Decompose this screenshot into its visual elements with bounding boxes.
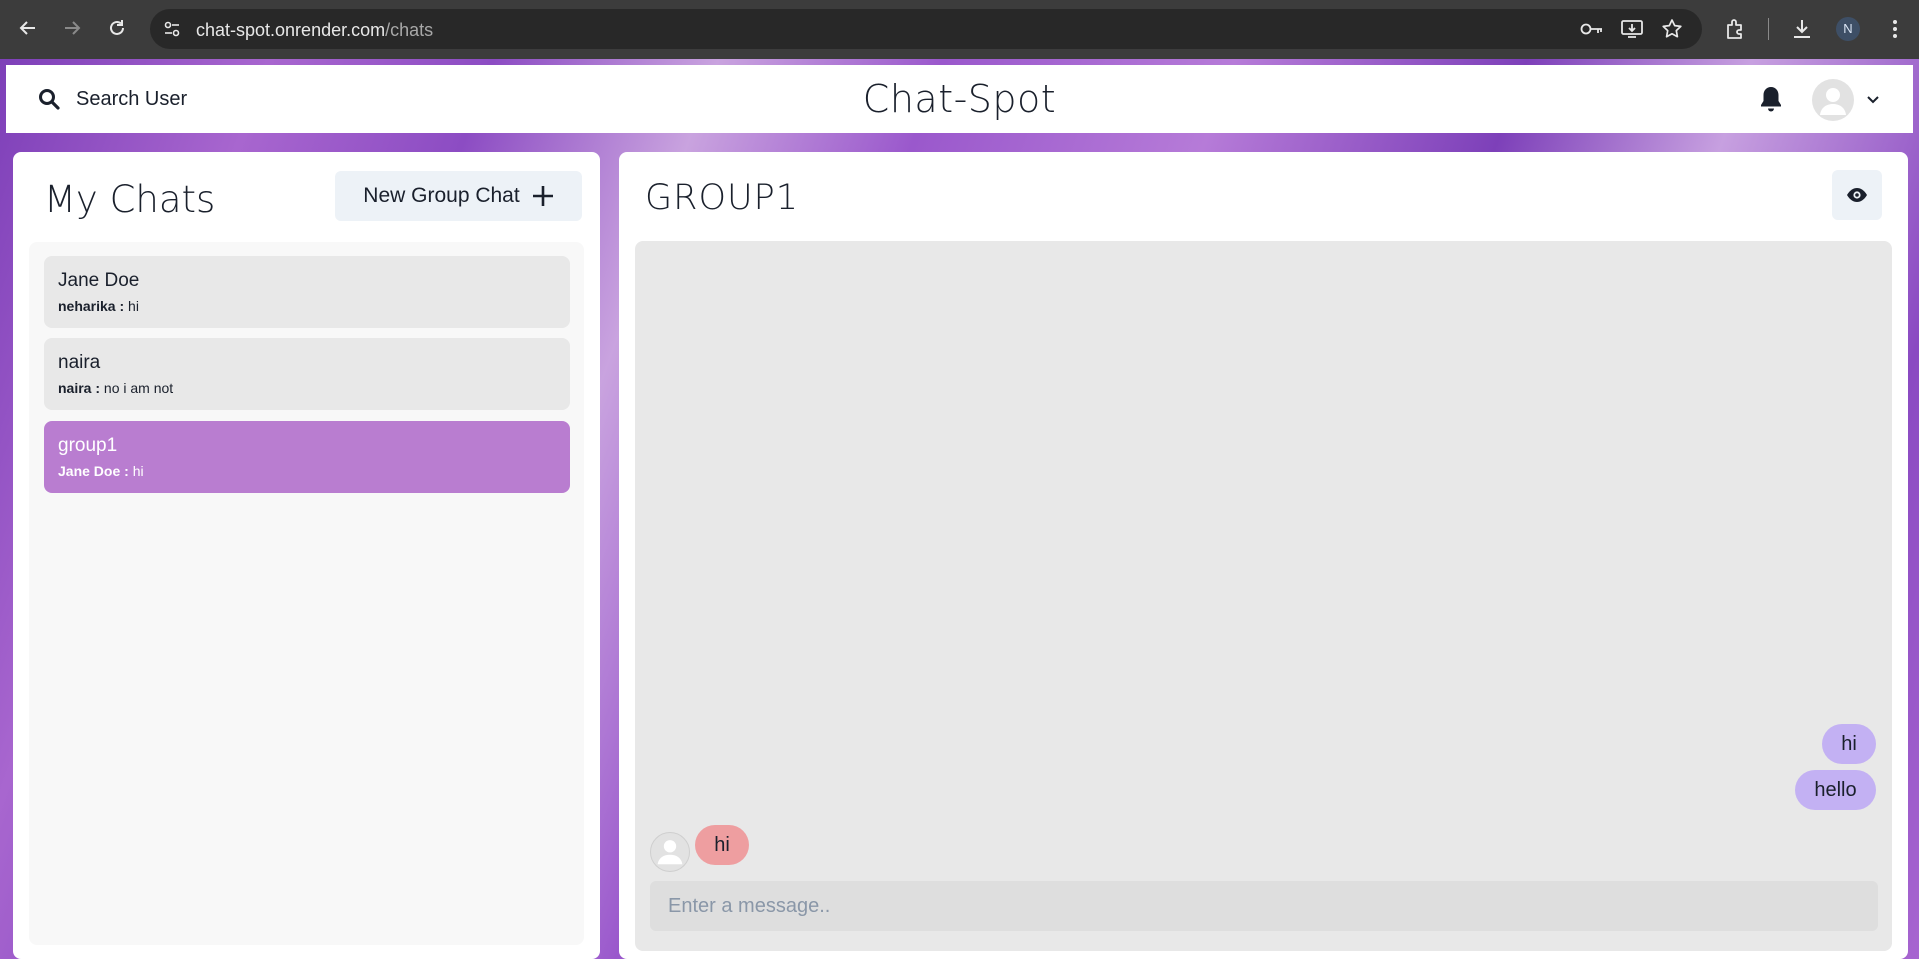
downloads-icon[interactable] — [1789, 16, 1815, 42]
more-menu-icon[interactable] — [1882, 16, 1908, 42]
app-brand-title: Chat-Spot — [862, 77, 1057, 121]
sender-avatar — [650, 832, 690, 872]
chevron-down-icon — [1867, 96, 1879, 104]
message-bubble-received: hi — [695, 825, 749, 865]
chat-title: GROUP1 — [645, 178, 799, 218]
browser-toolbar: chat-spot.onrender.com/chats N — [0, 0, 1919, 59]
chat-list-item[interactable]: naira naira : no i am not — [44, 338, 570, 410]
view-group-info-button[interactable] — [1832, 170, 1882, 220]
install-app-icon[interactable] — [1620, 17, 1644, 41]
chat-preview-text: hi — [128, 298, 139, 314]
chat-preview-sender: Jane Doe : — [58, 463, 129, 479]
chat-preview: naira : no i am not — [58, 380, 556, 396]
chat-preview: neharika : hi — [58, 298, 556, 314]
message-bubble-sent: hi — [1822, 724, 1876, 764]
password-key-icon[interactable] — [1580, 17, 1604, 41]
profile-avatar[interactable]: N — [1836, 17, 1860, 41]
bookmark-star-icon[interactable] — [1660, 17, 1684, 41]
extensions-icon[interactable] — [1723, 16, 1749, 42]
user-avatar-icon — [657, 840, 683, 865]
chat-name: Jane Doe — [58, 270, 140, 291]
reload-button[interactable] — [101, 12, 133, 44]
chat-list-item-active[interactable]: group1 Jane Doe : hi — [44, 421, 570, 493]
back-button[interactable] — [12, 12, 44, 44]
user-avatar-icon — [1820, 88, 1846, 115]
url-host: chat-spot.onrender.com — [196, 20, 386, 40]
profile-menu-button[interactable] — [1812, 79, 1880, 121]
chat-preview-sender: naira : — [58, 380, 101, 396]
back-icon — [19, 21, 35, 35]
forward-icon — [65, 21, 81, 35]
app-background: Search User Chat-Spot My Chats New Group… — [0, 59, 1919, 959]
chat-list: Jane Doe neharika : hi naira naira : no … — [29, 242, 584, 945]
bell-icon — [1761, 87, 1781, 112]
chat-preview-text: no i am not — [103, 380, 174, 396]
chat-name: naira — [58, 352, 101, 373]
app-header: Search User Chat-Spot — [6, 65, 1913, 133]
chat-preview-sender: neharika : — [58, 298, 125, 314]
url-path: /chats — [385, 20, 434, 40]
chat-list-item[interactable]: Jane Doe neharika : hi — [44, 256, 570, 328]
messages-area: hi hello hi — [635, 241, 1892, 951]
toolbar-divider — [1768, 18, 1769, 40]
plus-icon — [532, 186, 553, 206]
new-group-chat-label: New Group Chat — [363, 184, 520, 207]
chat-window: GROUP1 hi hello hi — [619, 152, 1908, 959]
message-bubble-sent: hello — [1795, 770, 1876, 810]
my-chats-panel: My Chats New Group Chat Jane Doe neharik… — [13, 152, 600, 959]
chat-name: group1 — [58, 435, 118, 456]
avatar — [1812, 79, 1854, 121]
eye-icon — [1847, 188, 1867, 202]
site-info-icon[interactable] — [160, 17, 184, 41]
chat-preview: Jane Doe : hi — [58, 463, 556, 479]
url-text: chat-spot.onrender.com/chats — [196, 20, 433, 41]
new-group-chat-button[interactable]: New Group Chat — [335, 171, 582, 221]
message-input[interactable] — [650, 881, 1878, 931]
address-bar[interactable]: chat-spot.onrender.com/chats — [150, 9, 1702, 49]
chat-preview-text: hi — [132, 463, 144, 479]
reload-icon — [110, 20, 124, 35]
forward-button[interactable] — [56, 12, 88, 44]
my-chats-title: My Chats — [44, 178, 216, 221]
notification-button[interactable] — [1758, 85, 1786, 115]
